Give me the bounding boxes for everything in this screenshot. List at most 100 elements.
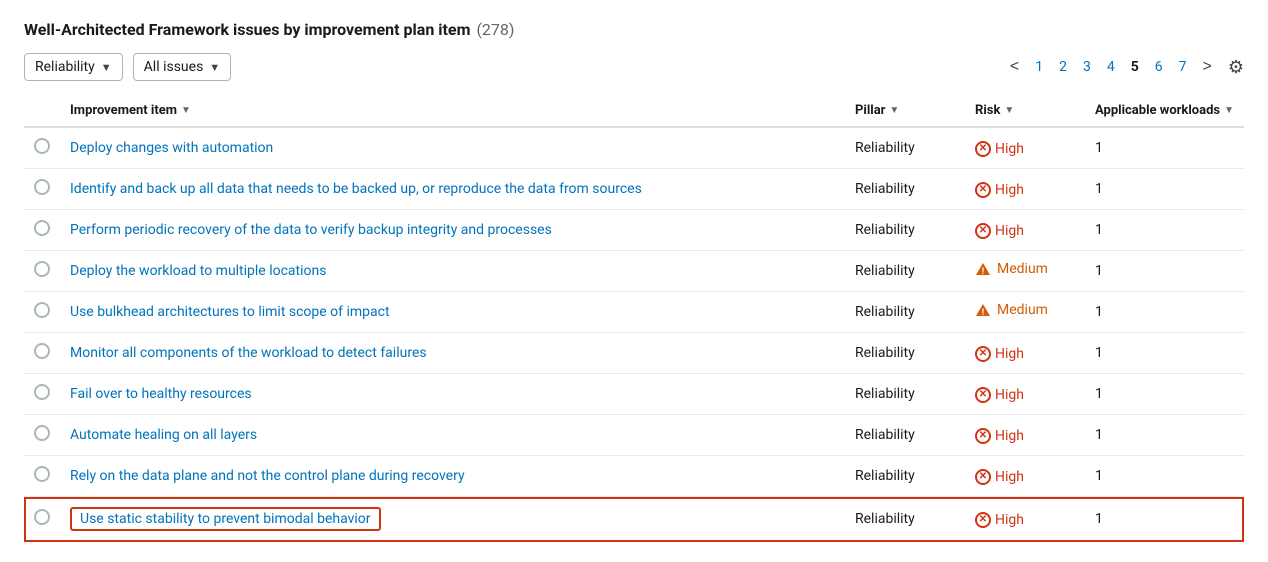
col-risk[interactable]: Risk ▼ (965, 95, 1085, 127)
row-select-radio[interactable] (34, 261, 50, 277)
row-select-radio[interactable] (34, 509, 50, 525)
table-row: Automate healing on all layersReliabilit… (24, 415, 1244, 456)
risk-value: ✕High (965, 210, 1085, 251)
page-2[interactable]: 2 (1053, 57, 1073, 77)
pillar-dropdown[interactable]: Reliability ▼ (24, 53, 123, 81)
page-7[interactable]: 7 (1173, 57, 1193, 77)
row-select-radio[interactable] (34, 220, 50, 236)
filter-controls: Reliability ▼ All issues ▼ (24, 53, 231, 81)
row-select-radio[interactable] (34, 343, 50, 359)
page-container: Well-Architected Framework issues by imp… (24, 20, 1244, 542)
row-select-radio[interactable] (34, 179, 50, 195)
workloads-count: 1 (1085, 292, 1244, 333)
issues-table: Improvement item ▼ Pillar ▼ Risk ▼ (24, 95, 1244, 542)
risk-value: ✕High (965, 497, 1085, 542)
risk-label: High (995, 141, 1024, 157)
workloads-count: 1 (1085, 169, 1244, 210)
settings-icon[interactable]: ⚙ (1228, 57, 1244, 78)
improvement-item-link[interactable]: Perform periodic recovery of the data to… (70, 222, 552, 238)
workloads-count: 1 (1085, 210, 1244, 251)
row-select-radio[interactable] (34, 425, 50, 441)
table-row: Perform periodic recovery of the data to… (24, 210, 1244, 251)
table-row: Rely on the data plane and not the contr… (24, 456, 1244, 497)
risk-label: High (995, 346, 1024, 362)
issues-dropdown-label: All issues (144, 59, 204, 75)
issues-dropdown[interactable]: All issues ▼ (133, 53, 232, 81)
high-risk-icon: ✕ (975, 141, 991, 157)
pillar-value: Reliability (845, 497, 965, 542)
pillar-value: Reliability (845, 456, 965, 497)
workloads-count: 1 (1085, 127, 1244, 169)
improvement-item-link[interactable]: Deploy changes with automation (70, 140, 273, 156)
issue-count: (278) (476, 20, 514, 39)
risk-label: High (995, 387, 1024, 403)
risk-label: High (995, 182, 1024, 198)
workloads-count: 1 (1085, 415, 1244, 456)
workloads-count: 1 (1085, 456, 1244, 497)
improvement-item-sort-icon: ▼ (181, 105, 191, 116)
next-page-button[interactable]: > (1197, 56, 1218, 78)
col-workloads[interactable]: Applicable workloads ▼ (1085, 95, 1244, 127)
pillar-dropdown-arrow: ▼ (101, 61, 112, 74)
risk-sort-icon: ▼ (1004, 105, 1014, 116)
page-5-current: 5 (1125, 57, 1145, 77)
pillar-value: Reliability (845, 169, 965, 210)
table-row: Deploy the workload to multiple location… (24, 251, 1244, 292)
risk-label: High (995, 512, 1024, 528)
page-6[interactable]: 6 (1149, 57, 1169, 77)
improvement-item-link[interactable]: Identify and back up all data that needs… (70, 181, 642, 197)
high-risk-icon: ✕ (975, 387, 991, 403)
row-select-radio[interactable] (34, 384, 50, 400)
risk-label: High (995, 469, 1024, 485)
row-select-radio[interactable] (34, 302, 50, 318)
table-row: Use static stability to prevent bimodal … (24, 497, 1244, 542)
page-3[interactable]: 3 (1077, 57, 1097, 77)
page-title: Well-Architected Framework issues by imp… (24, 20, 470, 39)
improvement-item-link[interactable]: Monitor all components of the workload t… (70, 345, 427, 361)
risk-value: ✕High (965, 374, 1085, 415)
high-risk-icon: ✕ (975, 346, 991, 362)
table-row: Use bulkhead architectures to limit scop… (24, 292, 1244, 333)
improvement-item-link[interactable]: Fail over to healthy resources (70, 386, 252, 402)
table-row: Deploy changes with automation Reliabilit… (24, 127, 1244, 169)
row-select-radio[interactable] (34, 466, 50, 482)
improvement-item-link[interactable]: Rely on the data plane and not the contr… (70, 468, 465, 484)
high-risk-icon: ✕ (975, 223, 991, 239)
risk-label: High (995, 223, 1024, 239)
high-risk-icon: ✕ (975, 512, 991, 528)
pagination: < 1 2 3 4 5 6 7 > ⚙ (1004, 56, 1244, 78)
improvement-item-link[interactable]: Automate healing on all layers (70, 427, 257, 443)
pillar-value: Reliability (845, 210, 965, 251)
workloads-sort-icon: ▼ (1224, 105, 1234, 116)
improvement-item-link[interactable]: Deploy the workload to multiple location… (70, 263, 326, 279)
workloads-count: 1 (1085, 251, 1244, 292)
pillar-value: Reliability (845, 251, 965, 292)
workloads-count: 1 (1085, 497, 1244, 542)
table-row: Identify and back up all data that needs… (24, 169, 1244, 210)
table-header-row: Improvement item ▼ Pillar ▼ Risk ▼ (24, 95, 1244, 127)
controls-row: Reliability ▼ All issues ▼ < 1 2 3 4 5 6… (24, 53, 1244, 81)
medium-risk-icon: ! (975, 261, 991, 277)
page-1[interactable]: 1 (1029, 57, 1049, 77)
table-row: Monitor all components of the workload t… (24, 333, 1244, 374)
row-select-radio[interactable] (34, 138, 50, 154)
svg-text:!: ! (982, 308, 984, 318)
risk-value: ✕High (965, 415, 1085, 456)
table-row: Fail over to healthy resourcesReliabilit… (24, 374, 1244, 415)
col-pillar[interactable]: Pillar ▼ (845, 95, 965, 127)
col-improvement-item[interactable]: Improvement item ▼ (60, 95, 845, 127)
prev-page-button[interactable]: < (1004, 56, 1025, 78)
improvement-item-link[interactable]: Use bulkhead architectures to limit scop… (70, 304, 390, 320)
title-row: Well-Architected Framework issues by imp… (24, 20, 1244, 39)
pillar-dropdown-label: Reliability (35, 59, 95, 75)
improvement-item-link[interactable]: Use static stability to prevent bimodal … (70, 507, 381, 531)
risk-value: ✕High (965, 127, 1085, 169)
pillar-value: Reliability (845, 127, 965, 169)
issues-dropdown-arrow: ▼ (209, 61, 220, 74)
high-risk-icon: ✕ (975, 428, 991, 444)
medium-risk-icon: ! (975, 302, 991, 318)
workloads-count: 1 (1085, 374, 1244, 415)
pillar-sort-icon: ▼ (889, 105, 899, 116)
pillar-value: Reliability (845, 292, 965, 333)
page-4[interactable]: 4 (1101, 57, 1121, 77)
